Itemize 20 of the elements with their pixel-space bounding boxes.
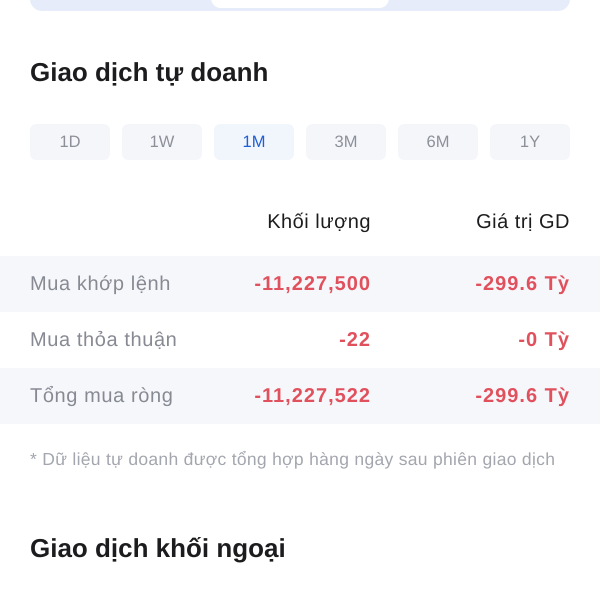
row-label: Tổng mua ròng bbox=[30, 384, 174, 408]
volume-value: -11,227,522 bbox=[254, 384, 371, 408]
period-tab[interactable]: 1D bbox=[30, 124, 110, 160]
row-label: Mua khớp lệnh bbox=[30, 272, 171, 296]
row-label: Mua thỏa thuận bbox=[30, 328, 178, 352]
volume-value: -22 bbox=[339, 328, 371, 352]
period-tab[interactable]: 1Y bbox=[490, 124, 570, 160]
section-title: Giao dịch khối ngoại bbox=[30, 533, 287, 563]
section-title: Giao dịch tự doanh bbox=[30, 57, 270, 87]
column-header: Giá trị GD bbox=[476, 210, 570, 234]
period-tab[interactable]: 1M bbox=[214, 124, 294, 160]
period-tab[interactable]: 1W bbox=[122, 124, 202, 160]
trade-value: -299.6 Tỳ bbox=[475, 384, 570, 408]
footnote: * Dữ liệu tự doanh được tổng hợp hàng ngày sau phiên giao dịch bbox=[30, 448, 556, 470]
period-tab[interactable]: 3M bbox=[306, 124, 386, 160]
column-header: Khối lượng bbox=[267, 210, 371, 234]
volume-value: -11,227,500 bbox=[254, 272, 371, 296]
period-tab[interactable]: 6M bbox=[398, 124, 478, 160]
trade-value: -0 Tỳ bbox=[518, 328, 570, 352]
trade-value: -299.6 Tỳ bbox=[475, 272, 570, 296]
